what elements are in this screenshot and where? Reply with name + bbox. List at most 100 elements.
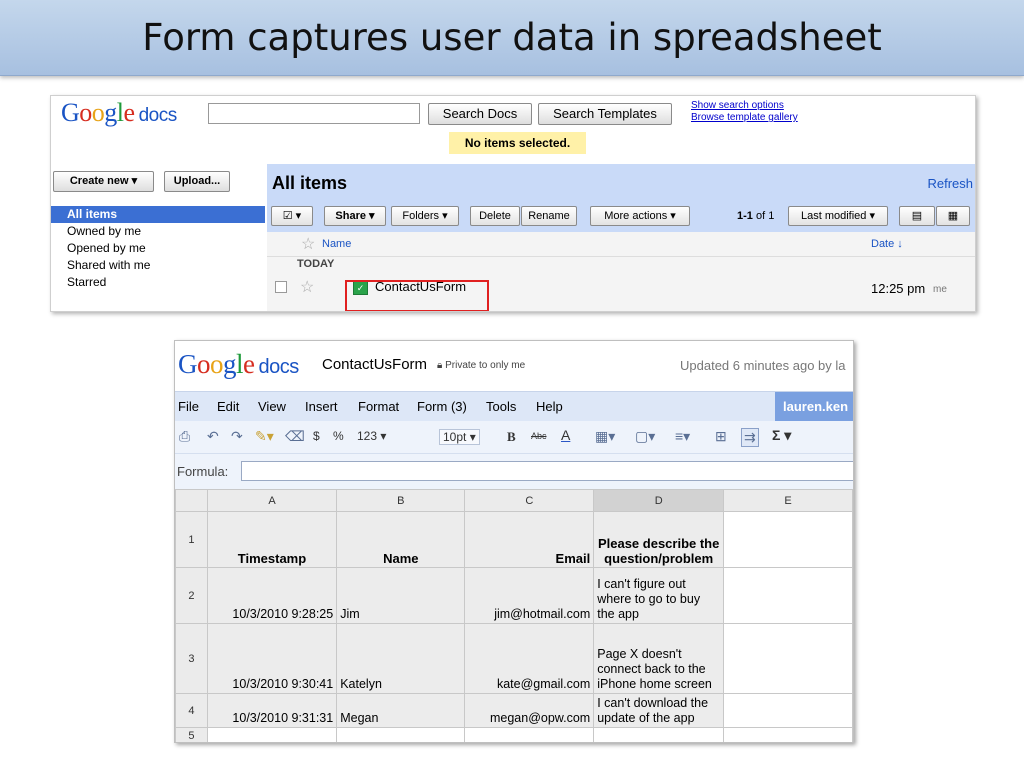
search-templates-button[interactable]: Search Templates: [538, 103, 672, 125]
row-number[interactable]: 1: [175, 511, 208, 568]
menu-format[interactable]: Format: [358, 399, 399, 414]
cell-empty[interactable]: [206, 727, 338, 742]
folders-button[interactable]: Folders ▾: [391, 206, 459, 226]
table-row: 1 Timestamp Name Email Please describe t…: [175, 511, 853, 568]
row-number[interactable]: 2: [175, 567, 208, 624]
borders-icon[interactable]: ▢▾: [635, 428, 655, 445]
menu-file[interactable]: File: [178, 399, 199, 414]
sum-button[interactable]: Σ ▾: [772, 427, 791, 444]
cell-empty[interactable]: [336, 727, 466, 742]
cell-name[interactable]: Jim: [336, 567, 466, 624]
user-account[interactable]: lauren.ken: [775, 392, 853, 422]
create-new-button[interactable]: Create new ▾: [53, 171, 154, 192]
align-icon[interactable]: ≡▾: [675, 428, 690, 445]
column-header-c[interactable]: C: [464, 489, 595, 512]
wrap-text-icon[interactable]: ⇉: [741, 428, 759, 447]
name-column-header[interactable]: Name: [322, 238, 351, 250]
sidebar-item-starred[interactable]: Starred: [51, 274, 265, 291]
merge-cells-icon[interactable]: ⊞: [715, 428, 727, 445]
menu-form[interactable]: Form (3): [417, 399, 467, 414]
fill-color-icon[interactable]: ▦▾: [595, 428, 615, 445]
google-docs-logo[interactable]: Google docs: [61, 98, 177, 128]
corner-cell[interactable]: [175, 489, 208, 512]
star-icon[interactable]: ☆: [300, 277, 314, 297]
menu-bar: File Edit View Insert Format Form (3) To…: [175, 391, 853, 422]
cell-empty[interactable]: [723, 567, 853, 624]
sort-dropdown[interactable]: Last modified ▾: [788, 206, 888, 226]
sidebar-item-shared-with-me[interactable]: Shared with me: [51, 257, 265, 274]
column-header-b[interactable]: B: [336, 489, 466, 512]
cell-empty[interactable]: [723, 511, 853, 568]
menu-insert[interactable]: Insert: [305, 399, 338, 414]
cell-empty[interactable]: [593, 727, 725, 742]
sidebar-item-owned-by-me[interactable]: Owned by me: [51, 223, 265, 240]
column-header-a[interactable]: A: [206, 489, 338, 512]
print-icon[interactable]: ⎙: [179, 428, 190, 445]
cell-email[interactable]: kate@gmail.com: [464, 623, 595, 694]
formula-input[interactable]: [241, 461, 853, 481]
show-search-options-link[interactable]: Show search options: [691, 100, 798, 112]
text-color-button[interactable]: A: [561, 427, 570, 443]
cell-timestamp[interactable]: 10/3/2010 9:28:25: [206, 567, 338, 624]
list-view-icon[interactable]: ▤: [899, 206, 935, 226]
more-actions-button[interactable]: More actions ▾: [590, 206, 690, 226]
cell-email[interactable]: jim@hotmail.com: [464, 567, 595, 624]
cell-empty[interactable]: [464, 727, 595, 742]
cell-name[interactable]: Katelyn: [336, 623, 466, 694]
row-number[interactable]: 5: [175, 727, 208, 742]
cell-problem[interactable]: I can't download the update of the app: [593, 693, 725, 728]
strikethrough-button[interactable]: Abc: [531, 431, 547, 441]
date-column-header[interactable]: Date ↓: [871, 238, 903, 250]
cell-empty[interactable]: [723, 727, 853, 742]
redo-icon[interactable]: ↷: [231, 428, 243, 445]
document-title[interactable]: ContactUsForm: [322, 356, 427, 373]
cell-problem[interactable]: Page X doesn't connect back to the iPhon…: [593, 623, 725, 694]
rename-button[interactable]: Rename: [521, 206, 577, 226]
paint-format-icon[interactable]: ✎▾: [255, 428, 274, 445]
share-button[interactable]: Share ▾: [324, 206, 386, 226]
cell-empty[interactable]: [723, 693, 853, 728]
clear-format-icon[interactable]: ⌫: [285, 428, 305, 445]
menu-edit[interactable]: Edit: [217, 399, 239, 414]
upload-button[interactable]: Upload...: [164, 171, 230, 192]
browse-template-gallery-link[interactable]: Browse template gallery: [691, 112, 798, 124]
grid-view-icon[interactable]: ▦: [936, 206, 970, 226]
column-header-d[interactable]: D: [593, 489, 725, 512]
percent-button[interactable]: %: [333, 429, 344, 443]
delete-button[interactable]: Delete: [470, 206, 520, 226]
row-number[interactable]: 3: [175, 623, 208, 694]
cell-header-timestamp[interactable]: Timestamp: [206, 511, 338, 568]
search-docs-button[interactable]: Search Docs: [428, 103, 532, 125]
currency-button[interactable]: $: [313, 429, 320, 443]
cell-problem[interactable]: I can't figure out where to go to buy th…: [593, 567, 725, 624]
google-docs-logo[interactable]: Google docs: [178, 349, 299, 380]
search-input[interactable]: [208, 103, 420, 124]
row-number[interactable]: 4: [175, 693, 208, 728]
cell-timestamp[interactable]: 10/3/2010 9:31:31: [206, 693, 338, 728]
menu-view[interactable]: View: [258, 399, 286, 414]
refresh-link[interactable]: Refresh: [927, 176, 973, 191]
select-dropdown[interactable]: ☑ ▾: [271, 206, 313, 226]
sidebar-item-opened-by-me[interactable]: Opened by me: [51, 240, 265, 257]
cell-name[interactable]: Megan: [336, 693, 466, 728]
cell-header-email[interactable]: Email: [464, 511, 595, 568]
sidebar-item-all-items[interactable]: All items: [51, 206, 265, 223]
main-header: All items Refresh: [267, 164, 975, 202]
slide-title: Form captures user data in spreadsheet: [142, 16, 882, 59]
menu-help[interactable]: Help: [536, 399, 563, 414]
cell-timestamp[interactable]: 10/3/2010 9:30:41: [206, 623, 338, 694]
number-format-dropdown[interactable]: 123 ▾: [357, 429, 386, 443]
menu-tools[interactable]: Tools: [486, 399, 516, 414]
row-checkbox[interactable]: [275, 281, 287, 293]
formula-label: Formula:: [177, 464, 229, 479]
undo-icon[interactable]: ↶: [207, 428, 219, 445]
table-row: 3 10/3/2010 9:30:41 Katelyn kate@gmail.c…: [175, 623, 853, 694]
cell-email[interactable]: megan@opw.com: [464, 693, 595, 728]
cell-header-name[interactable]: Name: [336, 511, 466, 568]
spreadsheet-grid: A B C D E 1 Timestamp Name Email Please …: [175, 489, 853, 742]
column-header-e[interactable]: E: [723, 489, 853, 512]
font-size-dropdown[interactable]: 10pt ▾: [439, 429, 480, 445]
cell-empty[interactable]: [723, 623, 853, 694]
cell-header-problem[interactable]: Please describe the question/problem: [593, 511, 725, 568]
bold-button[interactable]: B: [507, 429, 516, 445]
